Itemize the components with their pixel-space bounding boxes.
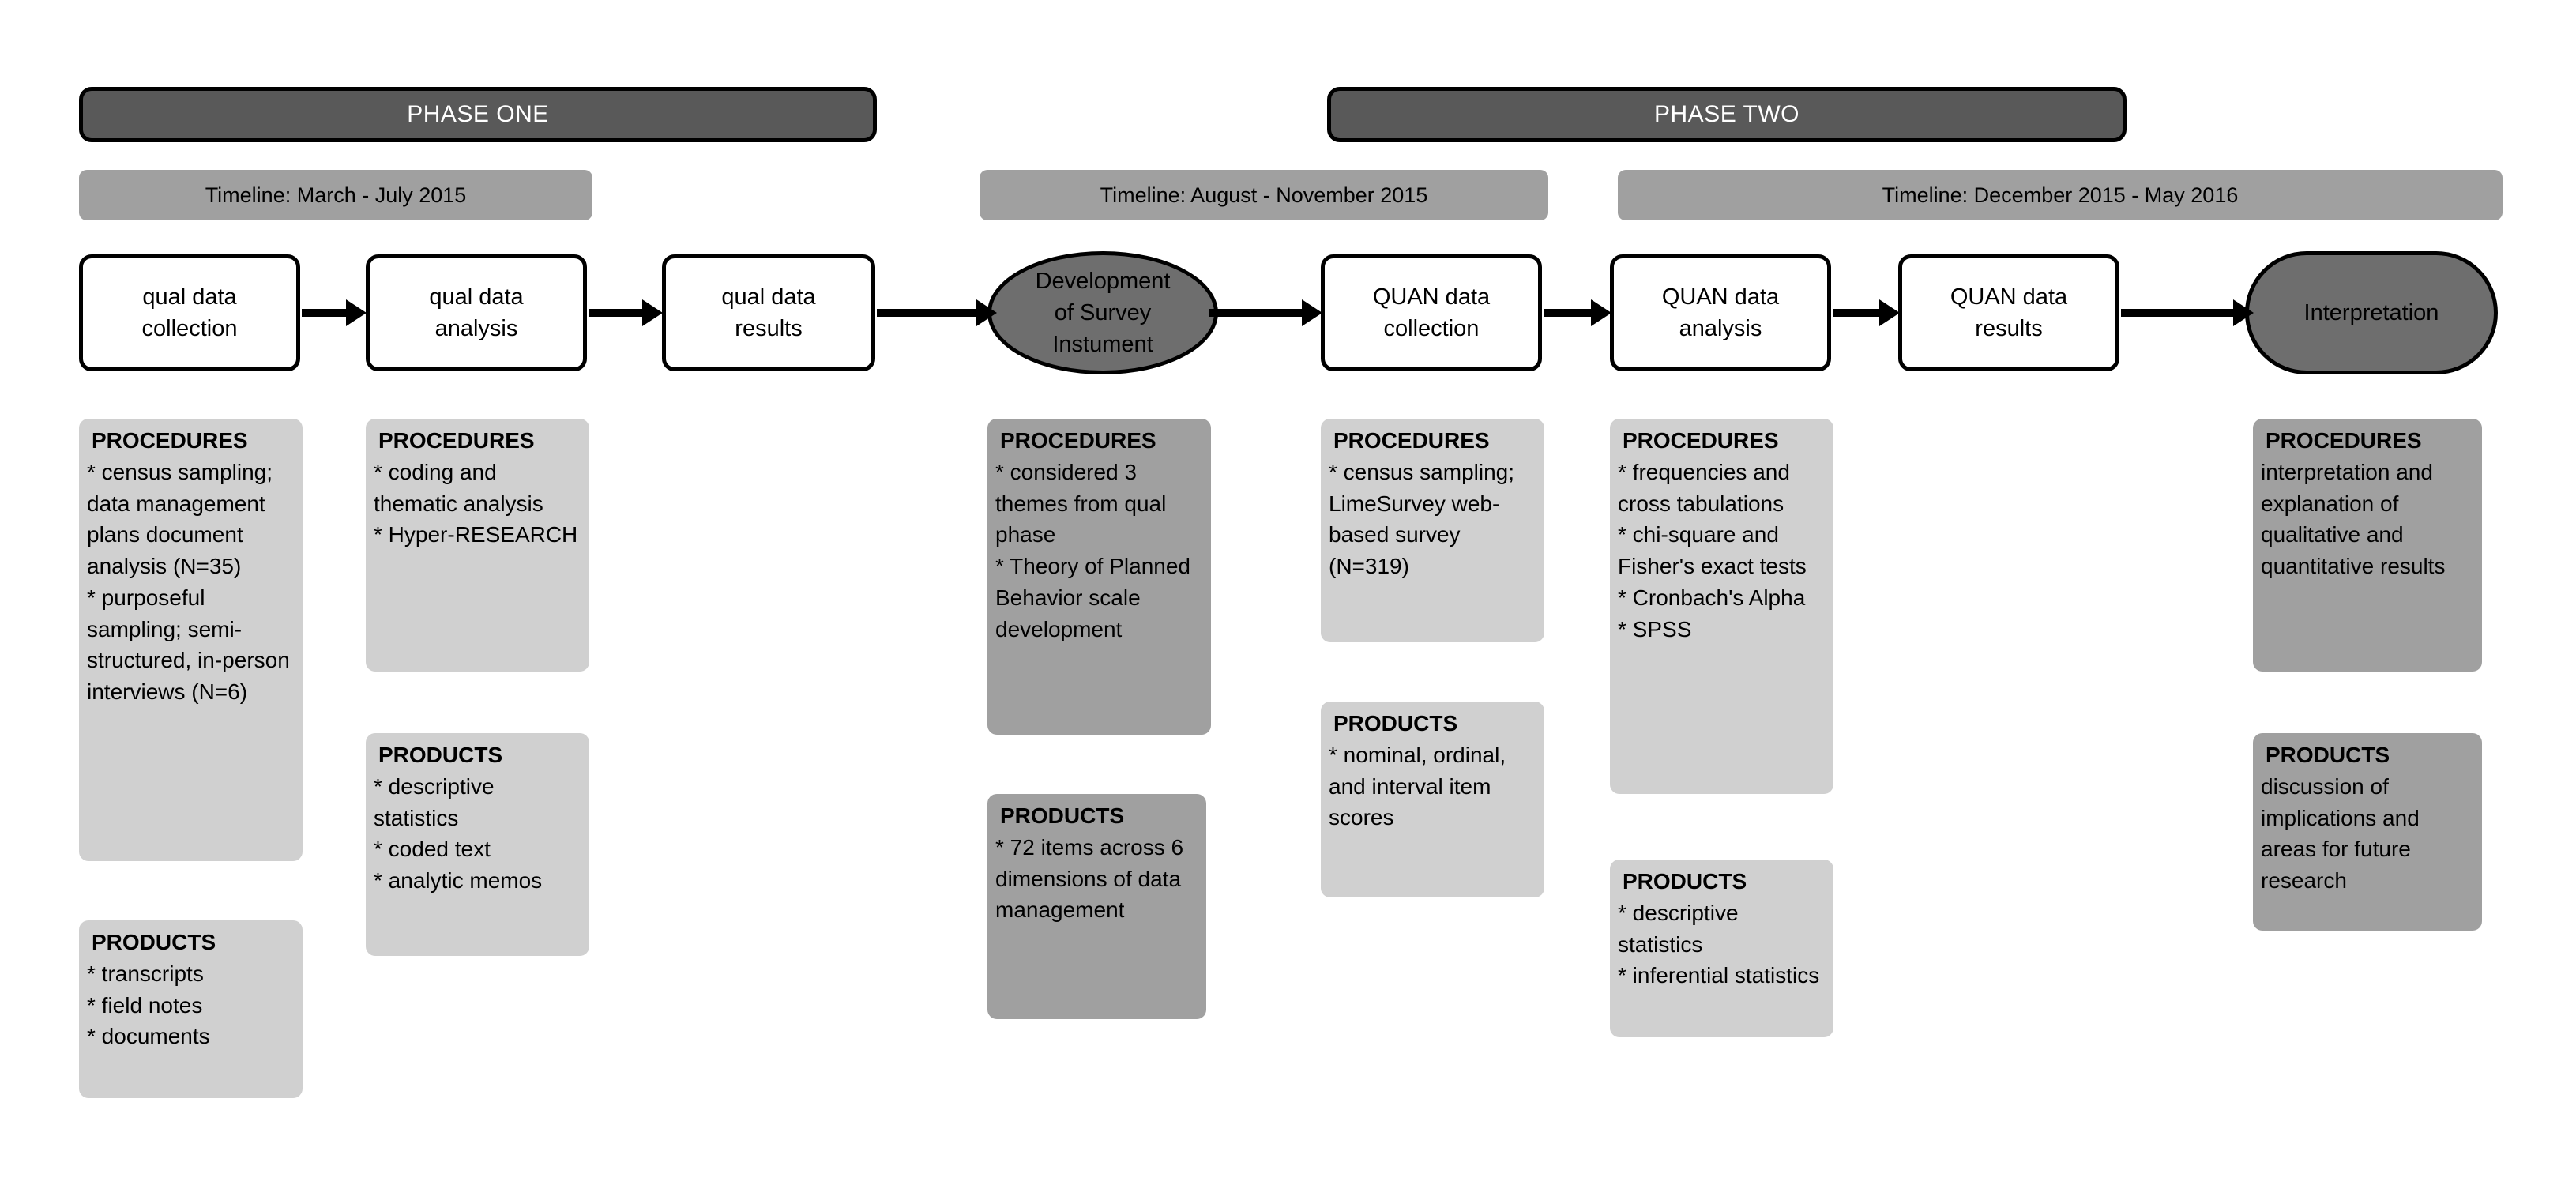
timeline-one-label: Timeline: March - July 2015 (205, 182, 467, 207)
card-quan-collection-procedures: PROCEDURES * census sampling; LimeSurvey… (1321, 419, 1544, 642)
card-body: * coding and thematic analysis * Hyper-R… (374, 459, 578, 547)
card-title: PRODUCTS (2266, 743, 2390, 767)
card-title: PROCEDURES (1623, 428, 1779, 453)
card-body: * census sampling; LimeSurvey web-based … (1329, 459, 1515, 578)
card-title: PRODUCTS (92, 930, 216, 954)
card-qual-analysis-procedures: PROCEDURES * coding and thematic analysi… (366, 419, 589, 672)
node-interpretation[interactable]: Interpretation (2245, 251, 2498, 374)
card-survey-development-procedures: PROCEDURES * considered 3 themes from qu… (987, 419, 1211, 735)
timeline-three-label: Timeline: December 2015 - May 2016 (1882, 182, 2239, 207)
node-label: qual data analysis (429, 284, 524, 341)
phase-two-header: PHASE TWO (1327, 87, 2127, 142)
card-body: * frequencies and cross tabulations * ch… (1618, 459, 1807, 641)
card-title: PRODUCTS (1000, 803, 1125, 828)
timeline-bar-phase-two-b: Timeline: December 2015 - May 2016 (1618, 170, 2503, 220)
node-quan-data-collection[interactable]: QUAN data collection (1321, 254, 1542, 371)
card-title: PROCEDURES (378, 428, 535, 453)
node-label: Interpretation (2303, 299, 2439, 325)
card-title: PROCEDURES (2266, 428, 2422, 453)
timeline-bar-phase-one: Timeline: March - July 2015 (79, 170, 592, 220)
card-body: * transcripts * field notes * documents (87, 961, 210, 1049)
card-title: PROCEDURES (1333, 428, 1490, 453)
timeline-two-label: Timeline: August - November 2015 (1100, 182, 1428, 207)
card-body: * 72 items across 6 dimensions of data m… (995, 834, 1184, 923)
card-title: PRODUCTS (1623, 869, 1747, 893)
card-body: * descriptive statistics * coded text * … (374, 773, 543, 893)
timeline-bar-phase-two-a: Timeline: August - November 2015 (980, 170, 1548, 220)
card-interpretation-products: PRODUCTS discussion of implications and … (2253, 733, 2482, 931)
node-label: qual data results (721, 284, 816, 341)
node-quan-data-analysis[interactable]: QUAN data analysis (1610, 254, 1831, 371)
card-body: discussion of implications and areas for… (2261, 773, 2420, 893)
card-title: PRODUCTS (1333, 711, 1458, 735)
card-body: * considered 3 themes from qual phase * … (995, 459, 1190, 641)
node-label: QUAN data collection (1372, 284, 1491, 341)
card-quan-collection-products: PRODUCTS * nominal, ordinal, and interva… (1321, 702, 1544, 897)
node-quan-data-results[interactable]: QUAN data results (1898, 254, 2119, 371)
node-qual-data-collection[interactable]: qual data collection (79, 254, 300, 371)
node-label: QUAN data analysis (1661, 284, 1780, 341)
node-label: qual data collection (141, 284, 238, 341)
phase-one-label: PHASE ONE (407, 101, 549, 127)
card-title: PROCEDURES (92, 428, 248, 453)
card-quan-analysis-procedures: PROCEDURES * frequencies and cross tabul… (1610, 419, 1833, 794)
node-qual-data-analysis[interactable]: qual data analysis (366, 254, 587, 371)
card-body: * nominal, ordinal, and interval item sc… (1329, 742, 1506, 830)
card-qual-collection-procedures: PROCEDURES * census sampling; data manag… (79, 419, 303, 861)
phase-two-label: PHASE TWO (1654, 101, 1799, 127)
card-body: * descriptive statistics * inferential s… (1618, 900, 1820, 988)
card-quan-analysis-products: PRODUCTS * descriptive statistics * infe… (1610, 860, 1833, 1037)
node-development-of-survey-instrument[interactable]: Development of Survey Instument (987, 251, 1218, 374)
card-title: PROCEDURES (1000, 428, 1156, 453)
card-body: interpretation and explanation of qualit… (2261, 459, 2446, 578)
card-interpretation-procedures: PROCEDURES interpretation and explanatio… (2253, 419, 2482, 672)
node-qual-data-results[interactable]: qual data results (662, 254, 875, 371)
node-label: Development of Survey Instument (1035, 268, 1171, 357)
card-qual-collection-products: PRODUCTS * transcripts * field notes * d… (79, 920, 303, 1098)
card-title: PRODUCTS (378, 743, 503, 767)
card-qual-analysis-products: PRODUCTS * descriptive statistics * code… (366, 733, 589, 956)
node-label: QUAN data results (1950, 284, 2068, 341)
mixed-methods-flowchart: PHASE ONE PHASE TWO Timeline: March - Ju… (0, 0, 2576, 1185)
phase-one-header: PHASE ONE (79, 87, 877, 142)
card-survey-development-products: PRODUCTS * 72 items across 6 dimensions … (987, 794, 1206, 1019)
card-body: * census sampling; data management plans… (87, 459, 290, 704)
